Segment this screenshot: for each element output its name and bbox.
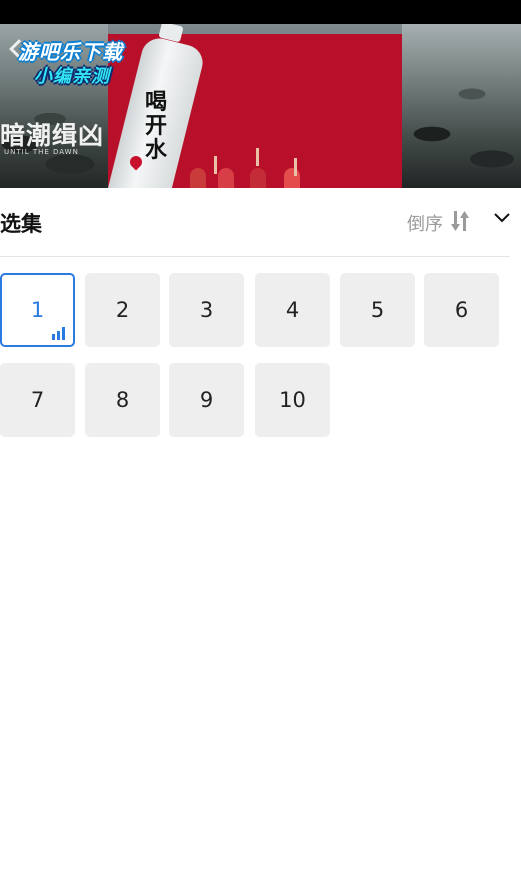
- episode-button-1[interactable]: 1: [0, 273, 75, 347]
- divider: [0, 256, 510, 257]
- episode-label: 9: [199, 388, 214, 412]
- episode-label: 5: [370, 298, 385, 322]
- site-logo: 游吧乐下载 小编亲测: [12, 36, 148, 87]
- episode-button-8[interactable]: 8: [85, 363, 160, 437]
- episode-label: 4: [285, 298, 300, 322]
- person: [250, 168, 266, 188]
- episode-button-2[interactable]: 2: [85, 273, 160, 347]
- episode-button-6[interactable]: 6: [424, 273, 499, 347]
- person: [190, 168, 206, 188]
- sort-order-icon[interactable]: [450, 209, 470, 233]
- drama-title-watermark: 暗潮缉凶: [0, 121, 105, 150]
- logo-text-line1: 游吧乐下载: [18, 40, 123, 64]
- raised-arm: [294, 158, 297, 176]
- ad-text: 喝开水: [144, 89, 167, 163]
- status-bar: [0, 0, 521, 24]
- chevron-down-icon[interactable]: [494, 212, 510, 224]
- logo-text-line2: 小编亲测: [34, 66, 110, 87]
- video-player[interactable]: 喝开水 暗潮缉凶 UNTIL THE DAWN 游吧乐下载 小编亲测: [0, 24, 521, 188]
- episode-label: 3: [199, 298, 214, 322]
- now-playing-icon: [52, 327, 65, 340]
- person: [218, 168, 234, 188]
- drama-subtitle-watermark: UNTIL THE DAWN: [4, 148, 79, 156]
- video-background-right: [402, 24, 521, 188]
- episode-label: 1: [30, 298, 45, 322]
- episode-label: 6: [454, 298, 469, 322]
- episode-button-3[interactable]: 3: [169, 273, 244, 347]
- episode-panel-header: 选集 倒序: [0, 188, 521, 256]
- episode-label: 8: [115, 388, 130, 412]
- episode-label: 2: [115, 298, 130, 322]
- raised-arm: [256, 148, 259, 166]
- episode-button-10[interactable]: 10: [255, 363, 330, 437]
- person: [284, 168, 300, 188]
- sort-toggle-label[interactable]: 倒序: [407, 210, 443, 236]
- episode-label: 10: [279, 388, 306, 412]
- episode-button-4[interactable]: 4: [255, 273, 330, 347]
- episode-label: 7: [30, 388, 45, 412]
- episode-button-5[interactable]: 5: [340, 273, 415, 347]
- episode-button-9[interactable]: 9: [169, 363, 244, 437]
- panel-title: 选集: [0, 212, 42, 236]
- ad-people-image: [190, 148, 306, 188]
- episode-button-7[interactable]: 7: [0, 363, 75, 437]
- raised-arm: [214, 156, 217, 174]
